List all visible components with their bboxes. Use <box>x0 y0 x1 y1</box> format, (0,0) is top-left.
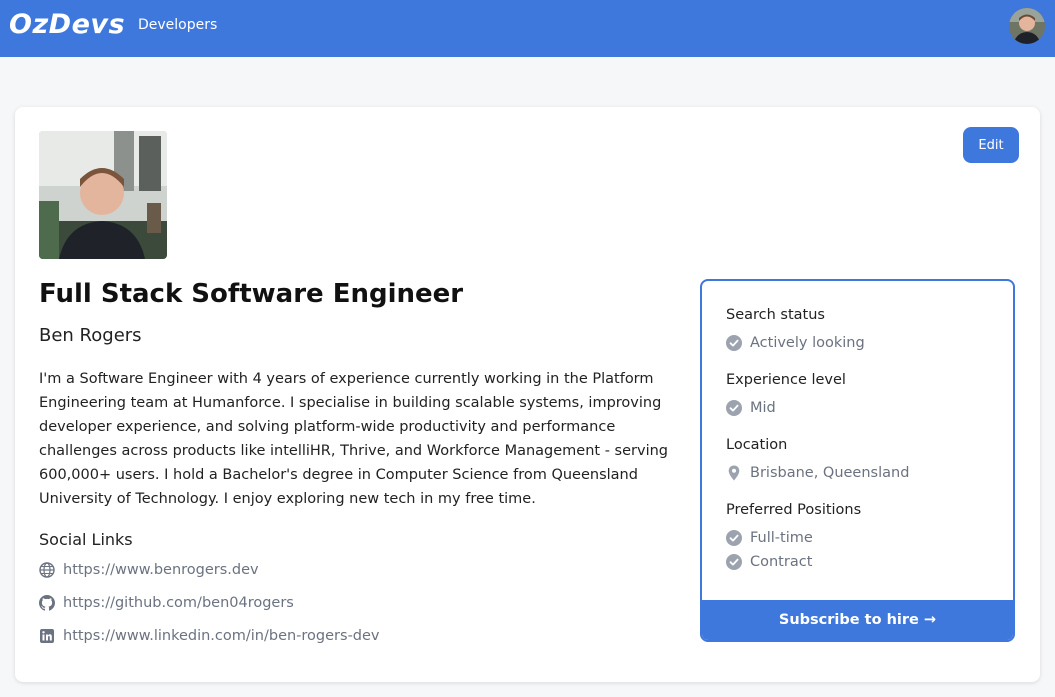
site-logo[interactable]: OzDevs <box>9 9 125 40</box>
social-link-website[interactable]: https://www.benrogers.dev <box>39 562 259 578</box>
developer-name: Ben Rogers <box>39 325 142 346</box>
top-nav-bar: OzDevs Developers <box>0 0 1055 57</box>
search-status-value: Actively looking <box>726 335 865 351</box>
location-text: Brisbane, Queensland <box>750 465 910 481</box>
user-avatar[interactable] <box>1009 8 1045 44</box>
map-pin-icon <box>728 465 740 481</box>
location-value: Brisbane, Queensland <box>726 465 909 481</box>
profile-photo-image <box>39 131 167 259</box>
location-label: Location <box>726 437 788 453</box>
experience-level-text: Mid <box>750 400 776 416</box>
preferred-position-item: Contract <box>726 554 812 570</box>
globe-icon <box>39 562 55 578</box>
profile-photo <box>39 131 167 259</box>
hire-info-panel: Search status Actively looking Experienc… <box>700 279 1015 642</box>
subscribe-to-hire-button[interactable]: Subscribe to hire → <box>702 600 1013 640</box>
preferred-position-text: Full-time <box>750 530 813 546</box>
social-link-url[interactable]: https://www.benrogers.dev <box>63 562 259 578</box>
preferred-position-item: Full-time <box>726 530 813 546</box>
job-title: Full Stack Software Engineer <box>39 279 464 309</box>
experience-level-label: Experience level <box>726 372 846 388</box>
avatar-image <box>1009 8 1045 44</box>
preferred-positions-label: Preferred Positions <box>726 502 862 518</box>
social-link-linkedin[interactable]: https://www.linkedin.com/in/ben-rogers-d… <box>39 628 380 644</box>
social-links-heading: Social Links <box>39 530 133 549</box>
edit-button[interactable]: Edit <box>963 127 1019 163</box>
social-link-github[interactable]: https://github.com/ben04rogers <box>39 595 294 611</box>
experience-level-value: Mid <box>726 400 776 416</box>
profile-card: Edit Full Stack Software Engineer Ben Ro… <box>15 107 1040 682</box>
nav-link-developers[interactable]: Developers <box>138 17 217 33</box>
github-icon <box>39 595 55 611</box>
check-circle-icon <box>726 335 742 351</box>
check-circle-icon <box>726 554 742 570</box>
search-status-label: Search status <box>726 307 825 323</box>
linkedin-icon <box>40 629 54 643</box>
check-circle-icon <box>726 400 742 416</box>
social-link-url[interactable]: https://github.com/ben04rogers <box>63 595 294 611</box>
check-circle-icon <box>726 530 742 546</box>
preferred-position-text: Contract <box>750 554 813 570</box>
search-status-text: Actively looking <box>750 335 865 351</box>
bio-text: I'm a Software Engineer with 4 years of … <box>39 371 668 507</box>
social-link-url[interactable]: https://www.linkedin.com/in/ben-rogers-d… <box>63 628 380 644</box>
